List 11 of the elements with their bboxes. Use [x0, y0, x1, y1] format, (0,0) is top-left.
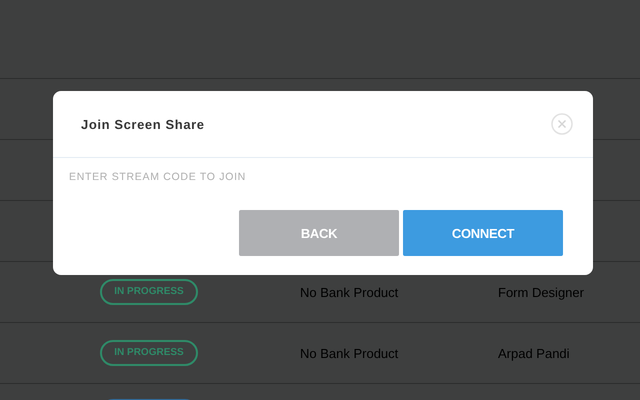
- stream-code-field[interactable]: ENTER STREAM CODE TO JOIN: [67, 170, 371, 184]
- table-cell: Arpad Pandi: [498, 346, 570, 360]
- status-tag: IN PROGRESS: [100, 279, 198, 305]
- table-cell: No Bank Product: [300, 346, 398, 360]
- connect-button[interactable]: CONNECT: [403, 210, 563, 256]
- table-cell: Form Designer: [498, 284, 584, 300]
- back-button[interactable]: BACK: [239, 210, 399, 256]
- status-tag: IN PROGRESS: [100, 340, 198, 366]
- table-cell: No Bank Product: [300, 284, 398, 300]
- close-icon[interactable]: [551, 113, 573, 135]
- dialog-title: Join Screen Share: [81, 116, 205, 132]
